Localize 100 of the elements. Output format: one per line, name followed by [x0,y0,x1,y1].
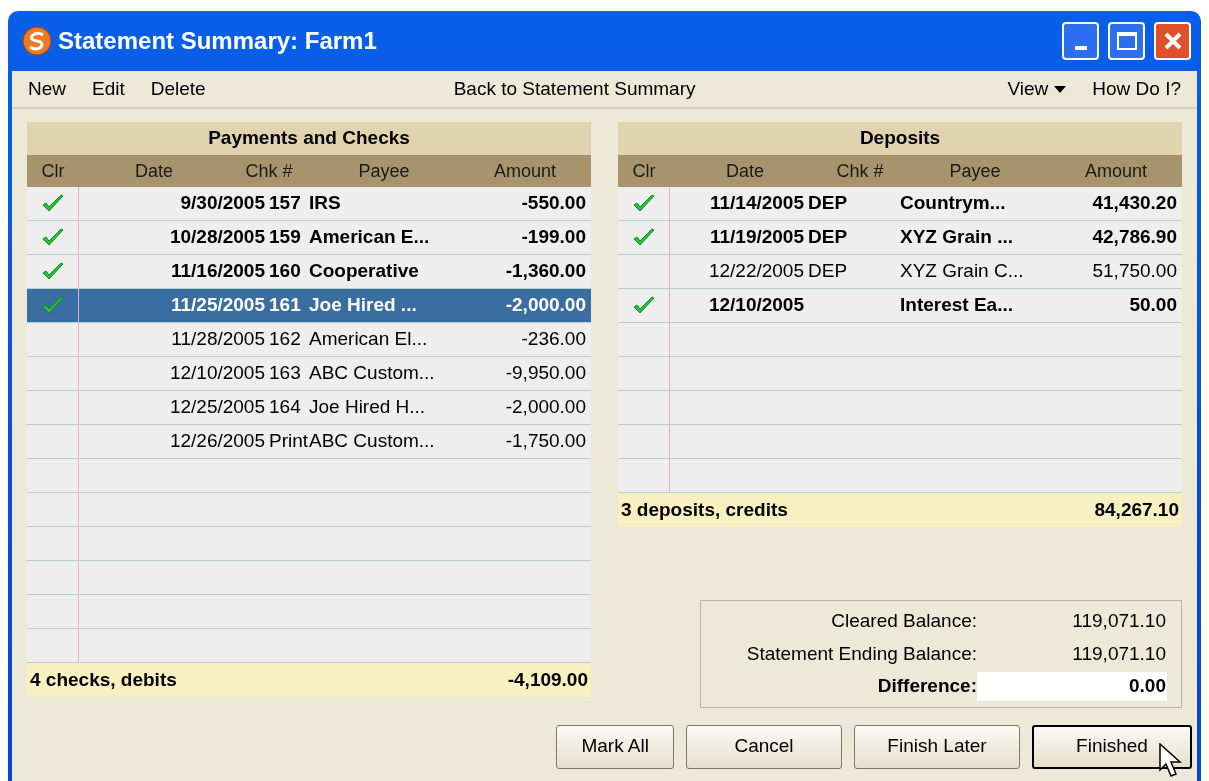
table-row[interactable]: 10/28/2005 159 American E... -199.00 [27,221,591,255]
amount-cell-text: -236.00 [520,327,587,352]
amount-cell-text: 51,750.00 [1091,259,1178,284]
menu-item[interactable]: New [28,74,66,104]
date-cell-text: 11/28/2005 [170,327,266,352]
maximize-button[interactable] [1108,22,1145,60]
date-cell-text: 11/19/2005 [708,225,805,250]
column-header[interactable]: Chk # [820,157,900,185]
column-header[interactable]: Date [670,157,820,185]
payee-cell-text: Interest Ea... [899,293,1014,318]
chk-cell-text: 161 [269,293,302,318]
payee-cell-text: Joe Hired H... [308,395,427,420]
footer-label: 4 checks, debits [30,667,177,692]
table-row[interactable]: 12/25/2005 164 Joe Hired H... -2,000.00 [27,391,591,425]
chk-cell-text: 164 [269,395,302,420]
column-header[interactable]: Date [79,157,229,185]
amount-cell-text: -550.00 [520,191,587,216]
date-cell-text: 12/10/2005 [168,361,266,386]
date-cell-text: 9/30/2005 [179,191,266,216]
column-header[interactable]: Clr [27,157,79,185]
payee-cell-text: American E... [308,225,431,250]
column-header[interactable]: Amount [1050,157,1182,185]
table-row[interactable]: 12/26/2005 PrintABC Custom... -1,750.00 [27,425,591,459]
chk-cell-text: DEP [808,191,849,216]
balance-label: Difference: [877,674,977,698]
back-link[interactable]: Back to Statement Summary [453,74,696,104]
table-title: Deposits [618,121,1182,155]
view-menu[interactable]: View [1007,74,1067,104]
checkmark-icon [631,295,656,316]
window-title: Statement Summary: Farm1 [58,26,378,56]
table-row[interactable]: 9/30/2005 157 IRS -550.00 [27,187,591,221]
checkmark-icon [40,193,65,214]
table-row[interactable]: 11/14/2005 DEP Countrym... 41,430.20 [618,187,1182,221]
chk-cell-text: 160 [269,259,302,284]
footer-total: 84,267.10 [1094,497,1179,522]
amount-cell-text: -9,950.00 [504,361,587,386]
table-row[interactable]: 11/28/2005 162 American El... -236.00 [27,323,591,357]
balance-value: 119,071.10 [1071,609,1167,633]
checkmark-icon [631,193,656,214]
table-row[interactable]: 12/10/2005 163 ABC Custom... -9,950.00 [27,357,591,391]
amount-cell-text: 42,786.90 [1091,225,1178,250]
action-button[interactable]: Finished [1032,724,1192,769]
table-row[interactable]: 11/19/2005 DEP XYZ Grain ... 42,786.90 [618,221,1182,255]
table-row[interactable]: 11/16/2005 160 Cooperative -1,360.00 [27,255,591,289]
payee-cell-text: XYZ Grain C... [899,259,1025,284]
balance-label: Statement Ending Balance: [746,641,977,666]
chk-cell-text: 163 [269,361,302,386]
action-button[interactable]: Mark All [556,724,674,769]
minimize-button[interactable] [1062,22,1099,60]
column-header[interactable]: Chk # [229,157,309,185]
balance-label: Cleared Balance: [831,609,977,633]
amount-cell-text: 41,430.20 [1091,191,1178,216]
amount-cell-text: -1,750.00 [504,429,587,454]
amount-cell-text: 50.00 [1128,293,1178,318]
payee-cell-text: American El... [308,327,429,352]
date-cell-text: 12/25/2005 [168,395,266,420]
checkmark-icon [40,227,65,248]
table-row[interactable]: 12/22/2005 DEP XYZ Grain C... 51,750.00 [618,255,1182,289]
column-header[interactable]: Payee [309,157,459,185]
column-header[interactable]: Payee [900,157,1050,185]
payee-cell-text: Joe Hired ... [308,293,418,318]
footer-label: 3 deposits, credits [621,497,788,522]
payee-cell-text: Countrym... [899,191,1007,216]
close-icon [1162,31,1183,51]
chk-cell-text: DEP [808,259,849,284]
menu-item[interactable]: Edit [92,74,125,104]
checkmark-icon [40,295,65,316]
action-button[interactable]: Cancel [686,724,842,769]
table-row[interactable]: 12/10/2005 Interest Ea... 50.00 [618,289,1182,323]
close-button[interactable] [1154,22,1191,60]
minimize-icon [1074,46,1087,50]
amount-cell-text: -199.00 [520,225,587,250]
payee-cell-text: ABC Custom... [308,429,436,454]
balance-value: 0.00 [977,672,1167,701]
date-cell-text: 11/14/2005 [708,191,805,216]
chk-cell-text: 157 [269,191,302,216]
date-cell-text: 10/28/2005 [168,225,266,250]
payee-cell-text: Cooperative [308,259,420,284]
amount-cell-text: -1,360.00 [504,259,587,284]
date-cell-text: 12/10/2005 [707,293,805,318]
help-menu[interactable]: How Do I? [1092,74,1181,104]
table-row[interactable]: 11/25/2005 161 Joe Hired ... -2,000.00 [27,289,591,323]
column-header[interactable]: Clr [618,157,670,185]
app-logo-icon [22,26,52,56]
payee-cell-text: IRS [308,191,342,216]
date-cell-text: 12/26/2005 [168,429,266,454]
column-header[interactable]: Amount [459,157,591,185]
date-cell-text: 12/22/2005 [707,259,805,284]
menu-item[interactable]: Delete [150,74,206,104]
payee-cell-text: ABC Custom... [308,361,436,386]
chk-cell-text: 159 [269,225,302,250]
checkmark-icon [40,261,65,282]
balance-value: 119,071.10 [1071,641,1167,666]
action-button[interactable]: Finish Later [854,724,1020,769]
maximize-icon [1116,32,1137,50]
payee-cell-text: XYZ Grain ... [899,225,1014,250]
checkmark-icon [631,227,656,248]
amount-cell-text: -2,000.00 [504,395,587,420]
chk-cell-text: 162 [269,327,302,352]
table-title: Payments and Checks [27,121,591,155]
